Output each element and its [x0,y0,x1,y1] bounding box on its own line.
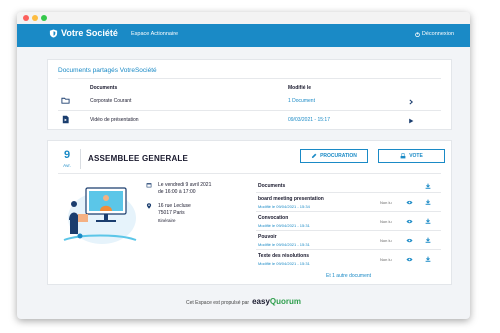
meeting-document-name[interactable]: Convocation [258,215,288,221]
document-read-status: Non lu [380,238,392,243]
meeting-document-name[interactable]: Pouvoir [258,234,277,240]
vote-button-label: VOTE [409,153,423,159]
pen-icon [311,153,317,159]
meeting-date-month: Avr. [63,163,71,168]
shield-logo-icon [49,28,58,38]
column-header-modified: Modifié le [288,85,312,91]
divider [256,192,441,193]
location-pin-icon [146,203,152,209]
proxy-button-label: PROCURATION [320,153,357,159]
download-all-icon[interactable] [425,183,431,189]
meeting-date-line2: de 16:00 à 17:00 [158,189,196,195]
minimize-window-button[interactable] [32,15,38,21]
divider [256,211,441,212]
ballot-box-icon [400,153,406,159]
download-icon[interactable] [425,256,431,262]
document-read-status: Non lu [380,200,392,205]
logo-part-quorum: Quorum [269,297,301,306]
document-read-status: Non lu [380,257,392,262]
logout-button[interactable]: Déconnexion [415,31,454,37]
download-icon[interactable] [425,199,431,205]
nav-shareholder-space[interactable]: Espace Actionnaire [131,31,178,37]
chevron-right-icon[interactable] [408,99,414,105]
divider [58,110,441,111]
divider [58,173,441,174]
meeting-documents-title: Documents [258,183,286,189]
meeting-document-name[interactable]: Texte des résolutions [258,253,309,259]
meeting-document-name[interactable]: board meeting presentation [258,196,324,202]
meeting-card: 9 Avr. ASSEMBLEE GENERALE PROCURATION VO… [47,140,452,285]
shared-row-name[interactable]: Corporate Courant [90,98,131,104]
app-header: Votre Société Espace Actionnaire Déconne… [17,24,470,47]
maximize-window-button[interactable] [41,15,47,21]
folder-icon [61,97,70,104]
eye-icon[interactable] [406,257,413,262]
proxy-button[interactable]: PROCURATION [300,149,368,163]
meeting-document-modified: Modifié le 09/04/2021 - 15:31 [258,242,310,247]
vote-button[interactable]: VOTE [378,149,445,163]
logo-part-easy: easy [252,297,270,306]
shared-documents-card: Documents partagés VotreSociété Document… [47,59,452,130]
meeting-address-line2: 75017 Paris [158,210,185,216]
divider [256,230,441,231]
eye-icon[interactable] [406,200,413,205]
meeting-document-modified: Modifié le 09/04/2021 - 15:34 [258,204,310,209]
brand-logo[interactable]: Votre Société [49,28,118,38]
shared-row-modified: 09/03/2021 - 15:17 [288,117,330,123]
file-video-icon [62,115,69,124]
more-documents-link[interactable]: Et 1 autre document [326,273,371,279]
download-icon[interactable] [425,237,431,243]
meeting-title: ASSEMBLEE GENERALE [88,154,189,163]
document-read-status: Non lu [380,219,392,224]
meeting-document-modified: Modifié le 09/04/2021 - 15:31 [258,223,310,228]
video-conference-illustration [63,187,137,244]
browser-window: Votre Société Espace Actionnaire Déconne… [17,12,470,319]
download-icon[interactable] [425,218,431,224]
shared-row-modified: 1 Document [288,98,315,104]
window-titlebar [17,12,470,24]
meeting-date-day: 9 [63,149,71,161]
divider [80,149,81,169]
easyquorum-logo[interactable]: easyQuorum [252,297,301,306]
eye-icon[interactable] [406,238,413,243]
shared-row-name[interactable]: Vidéo de présentation [90,117,139,123]
divider [256,249,441,250]
meeting-address-line1: 16 rue Lecluse [158,203,191,209]
close-window-button[interactable] [23,15,29,21]
calendar-icon [146,183,152,188]
footer-text: Cet Espace est propulsé par [186,300,250,306]
divider [58,78,441,79]
play-icon[interactable] [408,118,414,124]
power-icon [415,31,420,37]
column-header-documents: Documents [90,85,118,91]
brand-name: Votre Société [61,28,118,38]
logout-label: Déconnexion [421,31,454,37]
meeting-document-modified: Modifié le 09/04/2021 - 15:31 [258,261,310,266]
eye-icon[interactable] [406,219,413,224]
shared-documents-title: Documents partagés VotreSociété [58,67,157,74]
itinerary-link[interactable]: Itinéraire [158,217,176,224]
meeting-date-line1: Le vendredi 9 avril 2021 [158,182,212,188]
footer: Cet Espace est propulsé par easyQuorum [17,297,470,306]
